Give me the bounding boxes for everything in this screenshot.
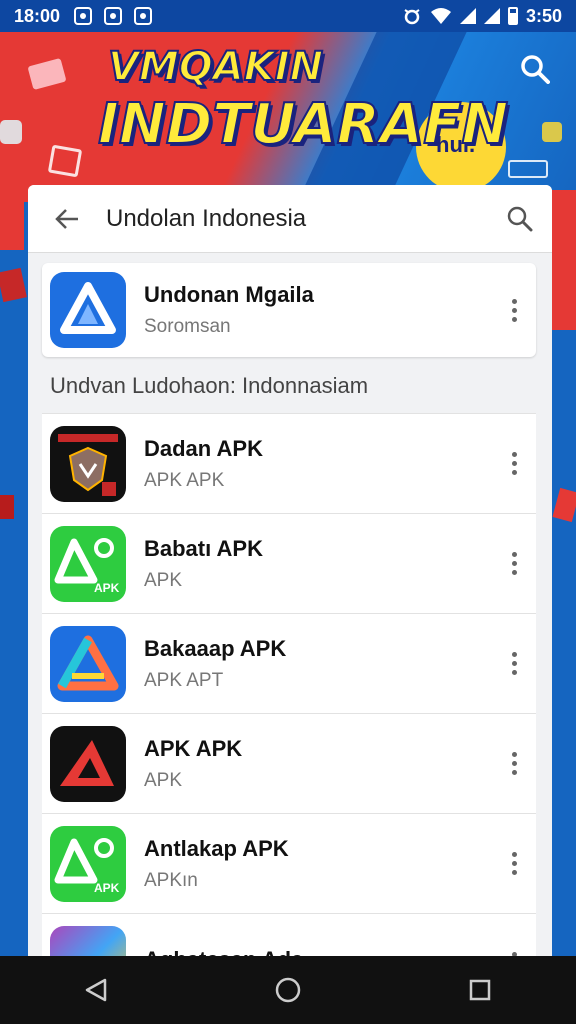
- alarm-icon: [404, 9, 420, 25]
- back-nav-button[interactable]: [66, 960, 126, 1020]
- app-name: Antlakap APK: [144, 835, 289, 861]
- top-result-item[interactable]: Undonan Mgaila Soromsan: [42, 263, 536, 357]
- circle-home-icon: [275, 977, 301, 1003]
- shield-icon: [50, 425, 126, 502]
- top-result-name: Undonan Mgaila: [144, 282, 314, 307]
- side-decoration: [0, 495, 14, 519]
- more-options-icon[interactable]: [494, 844, 534, 884]
- more-options-icon[interactable]: [494, 544, 534, 584]
- app-name: Dadan APK: [144, 435, 263, 461]
- search-bar: Undolan Indonesia: [28, 185, 552, 253]
- notification-icon: [134, 7, 153, 25]
- list-item[interactable]: APK APK APK: [42, 713, 536, 813]
- app-name: Bakaaap APK: [144, 635, 287, 661]
- more-options-icon[interactable]: [494, 444, 534, 484]
- search-input[interactable]: Undolan Indonesia: [106, 205, 488, 233]
- promo-banner: hul. VMQAKIN INDTUARAFN: [0, 32, 576, 202]
- back-button[interactable]: [28, 185, 106, 253]
- top-result-subtitle: Soromsan: [144, 316, 231, 337]
- search-button[interactable]: [488, 185, 552, 253]
- list-item[interactable]: APK Antlakap APK APKın: [42, 813, 536, 913]
- svg-text:APK: APK: [94, 881, 120, 895]
- wifi-icon: [430, 8, 451, 24]
- apk-green-icon: APK: [50, 825, 126, 902]
- navigation-bar: [0, 956, 576, 1024]
- square-recents-icon: [469, 979, 491, 1001]
- side-decoration: [552, 190, 576, 330]
- red-triangle-icon: [50, 725, 126, 802]
- notification-icon: [74, 7, 93, 25]
- more-options-icon[interactable]: [494, 644, 534, 684]
- app-logo-icon: [50, 272, 126, 348]
- status-time: 18:00: [14, 5, 61, 26]
- app-name: Babatı APK: [144, 535, 263, 561]
- signal-icon: [483, 8, 500, 24]
- side-decoration: [552, 487, 576, 523]
- list-item[interactable]: APK Babatı APK APK: [42, 513, 536, 613]
- battery-icon: [507, 7, 518, 25]
- arrow-back-icon: [55, 208, 78, 229]
- app-list: Dadan APK APK APK APK Babatı APK APK Bak…: [42, 413, 536, 985]
- app-subtitle: APK APK: [144, 469, 225, 491]
- more-options-icon[interactable]: [494, 290, 534, 330]
- app-subtitle: APK APT: [144, 669, 224, 691]
- ticket-icon: [27, 58, 67, 90]
- section-title: Undvan Ludohaon: Indonnasiam: [50, 373, 369, 398]
- app-subtitle: APKın: [144, 869, 198, 891]
- svg-text:APK: APK: [94, 581, 120, 595]
- more-options-icon[interactable]: [494, 744, 534, 784]
- recents-nav-button[interactable]: [450, 960, 510, 1020]
- triangle-back-icon: [85, 978, 107, 1002]
- signal-icon: [459, 8, 476, 24]
- app-name: APK APK: [144, 735, 243, 761]
- search-results-card: Undolan Indonesia Undonan Mgaila Soromsa…: [28, 185, 552, 985]
- app-subtitle: APK: [144, 569, 183, 591]
- status-bar: 18:00 3:50: [0, 0, 576, 32]
- list-item[interactable]: Dadan APK APK APK: [42, 413, 536, 513]
- banner-title-line2: INDTUARAFN: [97, 91, 509, 158]
- side-decoration: [0, 267, 27, 303]
- side-decoration: [0, 200, 24, 250]
- banner-title-line1: VMQAKIN: [107, 43, 324, 91]
- ticket-icon: [508, 160, 548, 178]
- coin-icon: [0, 120, 22, 144]
- home-nav-button[interactable]: [258, 960, 318, 1020]
- app-subtitle: APK: [144, 769, 183, 791]
- status-time-right: 3:50: [525, 5, 562, 26]
- rainbow-triangle-icon: [50, 625, 126, 702]
- list-item[interactable]: Bakaaap APK APK APT: [42, 613, 536, 713]
- notification-icon: [104, 7, 123, 25]
- apk-green-icon: APK: [50, 525, 126, 602]
- search-icon[interactable]: [520, 54, 550, 84]
- search-icon: [507, 206, 533, 231]
- coin-icon: [542, 122, 562, 142]
- gift-icon: [47, 144, 83, 178]
